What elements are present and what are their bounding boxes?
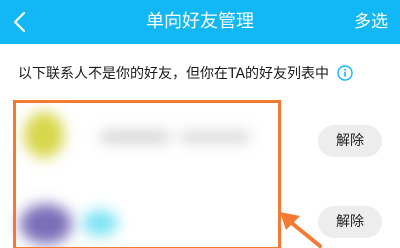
highlight-box xyxy=(13,100,281,248)
notice-text: 以下联系人不是你的好友，但你在TA的好友列表中 xyxy=(18,66,330,82)
info-icon[interactable] xyxy=(337,65,353,81)
page-title: 单向好友管理 xyxy=(146,11,254,32)
multi-select-button[interactable]: 多选 xyxy=(354,0,388,44)
remove-button[interactable]: 解除 xyxy=(318,206,382,238)
remove-button[interactable]: 解除 xyxy=(318,125,382,157)
notice-row: 以下联系人不是你的好友，但你在TA的好友列表中 xyxy=(18,62,353,84)
arrow-annotation xyxy=(280,212,322,248)
header-bar: 单向好友管理 多选 xyxy=(0,0,400,44)
